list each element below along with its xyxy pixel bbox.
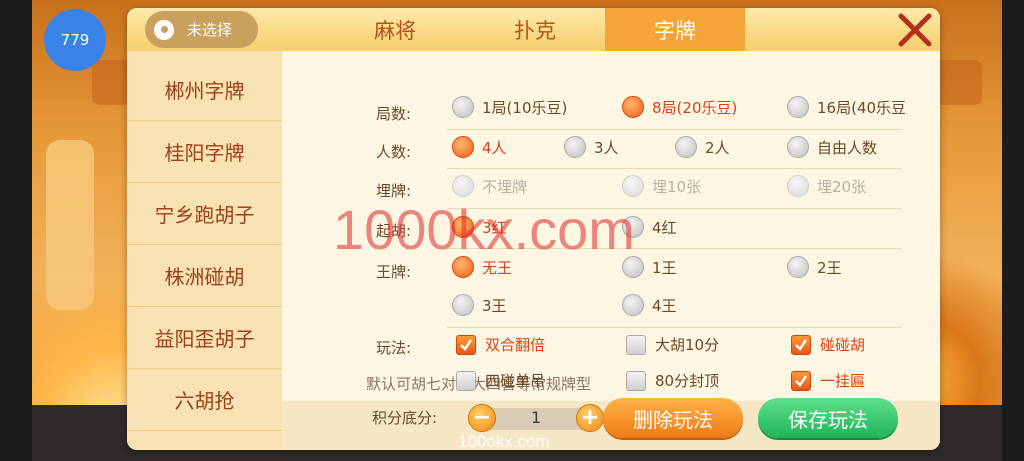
options-panel: 局数: 1局(10乐豆) 8局(20乐豆) 16局(40乐豆 人数: 4人 3人… (282, 51, 940, 450)
row-divider (447, 208, 902, 209)
sidebar-item-guiyang[interactable]: 桂阳字牌 (127, 121, 282, 183)
rounds-option-16[interactable]: 16局(40乐豆 (787, 96, 906, 118)
bury-option-10[interactable]: 埋10张 (622, 175, 701, 197)
decrease-button[interactable]: − (468, 404, 496, 432)
location-label: 未选择 (187, 21, 233, 39)
radio-icon (675, 136, 697, 158)
checkbox-icon (456, 370, 476, 391)
players-option-2[interactable]: 2人 (675, 136, 730, 158)
rounds-option-8[interactable]: 8局(20乐豆) (622, 96, 737, 118)
sidebar-item-zhuzhou[interactable]: 株洲碰胡 (127, 245, 282, 307)
play-check-dahu[interactable]: 大胡10分 (626, 334, 719, 355)
save-rule-button[interactable]: 保存玩法 (758, 398, 898, 438)
row-divider (447, 327, 902, 328)
score-label: 积分底分: (372, 409, 438, 427)
wang-option-3[interactable]: 3王 (452, 294, 507, 316)
players-label: 人数: (376, 143, 412, 161)
play-check-yiguabian[interactable]: 一挂匾 (791, 370, 865, 391)
location-selector[interactable]: 未选择 (145, 11, 258, 48)
radio-icon (622, 256, 644, 278)
checkbox-checked-icon (791, 334, 811, 355)
close-icon (898, 13, 932, 47)
radio-icon (452, 294, 474, 316)
counter-badge[interactable]: 779 (44, 9, 106, 71)
radio-icon (787, 96, 809, 118)
play-check-double[interactable]: 双合翻倍 (456, 334, 545, 355)
radio-icon (564, 136, 586, 158)
bury-option-none[interactable]: 不埋牌 (452, 175, 527, 197)
play-check-pengpeng[interactable]: 碰碰胡 (791, 334, 865, 355)
radio-selected-icon (622, 96, 644, 118)
rounds-option-1[interactable]: 1局(10乐豆) (452, 96, 567, 118)
players-option-3[interactable]: 3人 (564, 136, 619, 158)
checkbox-checked-icon (791, 370, 811, 391)
wang-label: 王牌: (376, 263, 412, 281)
watermark-small: 100okx.com (458, 432, 550, 451)
radio-icon (787, 136, 809, 158)
players-option-free[interactable]: 自由人数 (787, 136, 877, 158)
create-room-dialog: 未选择 麻将 扑克 字牌 郴州字牌 桂阳字牌 宁乡跑胡子 株洲碰胡 益阳歪胡子 … (127, 8, 940, 450)
row-divider (447, 248, 902, 249)
radio-icon (452, 96, 474, 118)
rounds-label: 局数: (376, 105, 412, 123)
radio-icon (622, 294, 644, 316)
increase-button[interactable]: + (576, 404, 604, 432)
checkbox-icon (626, 334, 646, 355)
bury-label: 埋牌: (376, 182, 412, 200)
radio-disabled-icon (452, 175, 474, 197)
wang-option-1[interactable]: 1王 (622, 256, 677, 278)
radio-icon (787, 256, 809, 278)
sidebar-item-ningxiang[interactable]: 宁乡跑胡子 (127, 183, 282, 245)
delete-rule-button[interactable]: 删除玩法 (603, 398, 743, 438)
wang-option-4[interactable]: 4王 (622, 294, 677, 316)
row-divider (447, 168, 902, 169)
qihu-option-3[interactable]: 3红 (452, 216, 507, 238)
radio-disabled-icon (622, 175, 644, 197)
play-check-sipeng[interactable]: 四碰单吊 (456, 370, 545, 391)
row-divider (447, 129, 902, 130)
checkbox-checked-icon (456, 334, 476, 355)
radio-selected-icon (452, 256, 474, 278)
tab-zipai[interactable]: 字牌 (605, 8, 745, 51)
dialog-topbar: 未选择 麻将 扑克 字牌 (127, 8, 940, 51)
close-button[interactable] (893, 10, 937, 50)
radio-icon (622, 216, 644, 238)
tab-poker[interactable]: 扑克 (465, 8, 605, 51)
location-pin-icon (154, 19, 174, 40)
radio-disabled-icon (787, 175, 809, 197)
play-label: 玩法: (376, 339, 412, 357)
players-option-4[interactable]: 4人 (452, 136, 507, 158)
qihu-option-4[interactable]: 4红 (622, 216, 677, 238)
checkbox-icon (626, 370, 646, 391)
minus-icon: − (472, 405, 492, 430)
screen-edge-left (0, 0, 32, 461)
game-sidebar: 郴州字牌 桂阳字牌 宁乡跑胡子 株洲碰胡 益阳歪胡子 六胡抢 (127, 51, 282, 450)
radio-selected-icon (452, 216, 474, 238)
background-side-tab (46, 140, 94, 310)
screen-edge-right (1002, 0, 1024, 461)
qihu-label: 起胡: (376, 222, 412, 240)
radio-selected-icon (452, 136, 474, 158)
bury-option-20[interactable]: 埋20张 (787, 175, 866, 197)
plus-icon: + (580, 405, 600, 430)
sidebar-item-chenzhou[interactable]: 郴州字牌 (127, 59, 282, 121)
sidebar-item-yiyang[interactable]: 益阳歪胡子 (127, 307, 282, 369)
wang-option-none[interactable]: 无王 (452, 256, 512, 278)
score-value: 1 (531, 408, 542, 427)
play-check-80cap[interactable]: 80分封顶 (626, 370, 719, 391)
wang-option-2[interactable]: 2王 (787, 256, 842, 278)
sidebar-item-liuhuqiang[interactable]: 六胡抢 (127, 369, 282, 431)
tab-mahjong[interactable]: 麻将 (325, 8, 465, 51)
